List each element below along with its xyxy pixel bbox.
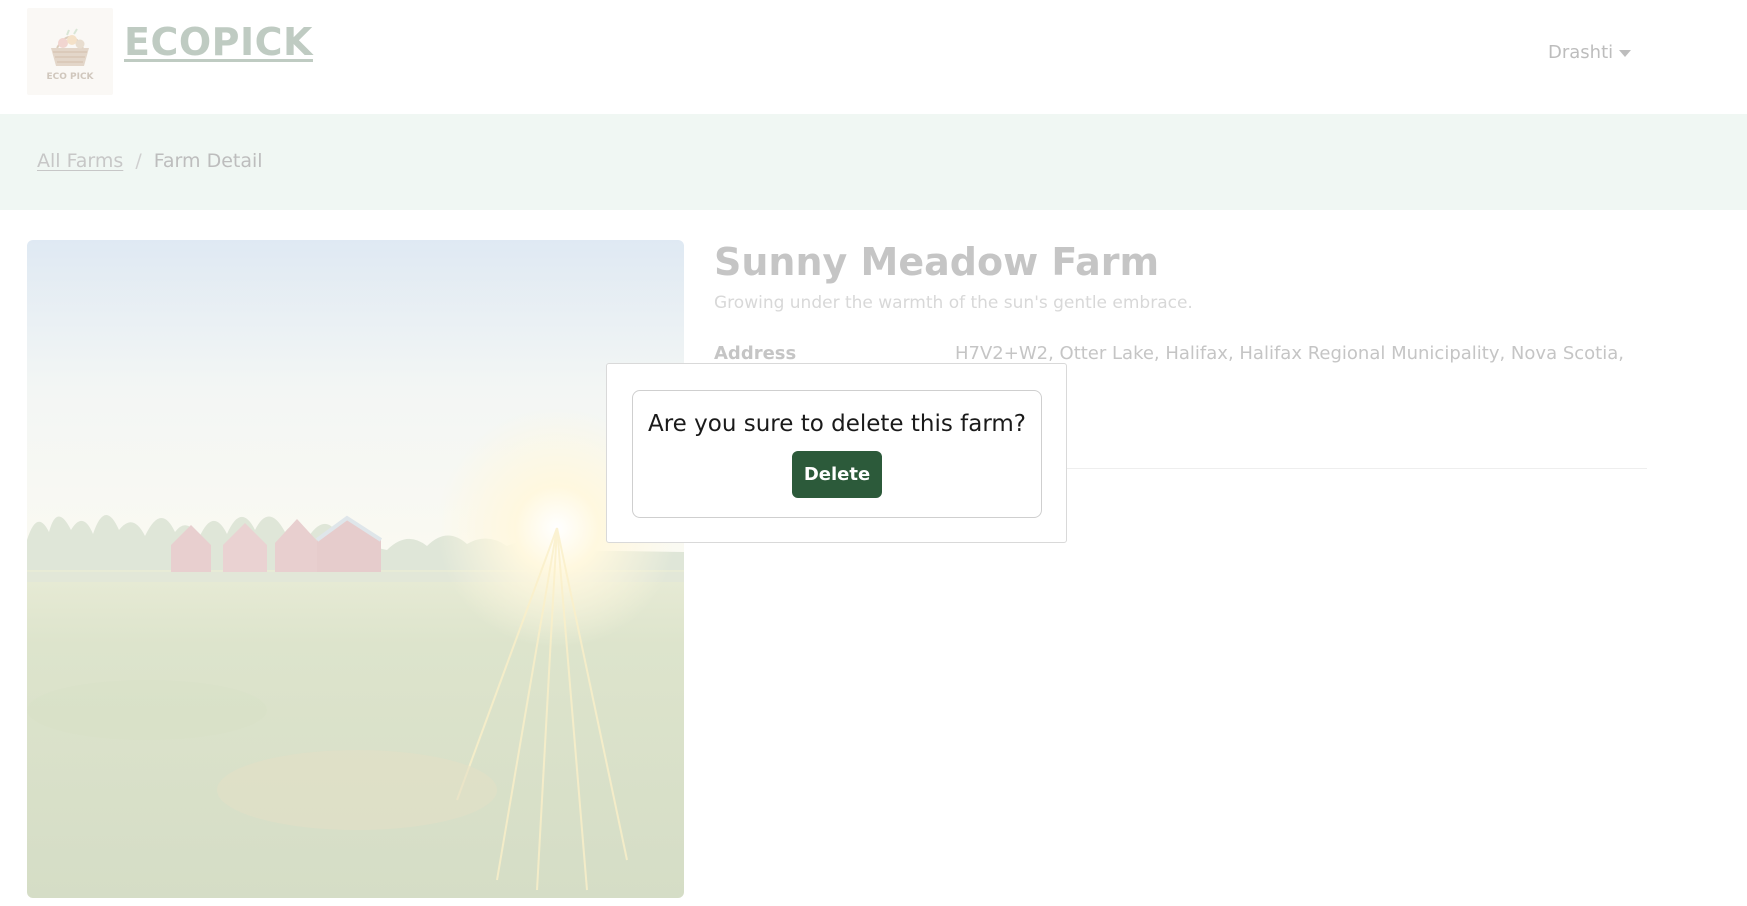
logo[interactable]: ECO PICK bbox=[27, 8, 113, 95]
breadcrumb: All Farms / Farm Detail bbox=[37, 150, 263, 172]
user-name: Drashti bbox=[1548, 42, 1614, 63]
caret-down-icon bbox=[1619, 50, 1632, 57]
delete-confirm-question: Are you sure to delete this farm? bbox=[648, 411, 1026, 437]
delete-confirm-card: Are you sure to delete this farm? Delete bbox=[632, 390, 1042, 518]
breadcrumb-all-farms-link[interactable]: All Farms bbox=[37, 150, 123, 172]
page: ECO PICK ECOPICK Drashti All Farms / Far… bbox=[0, 0, 1747, 906]
breadcrumb-current: Farm Detail bbox=[153, 150, 263, 172]
farm-photo bbox=[27, 240, 684, 898]
farm-subtitle: Growing under the warmth of the sun's ge… bbox=[714, 293, 1193, 313]
address-value: H7V2+W2, Otter Lake, Halifax, Halifax Re… bbox=[955, 343, 1624, 364]
brand-link[interactable]: ECOPICK bbox=[124, 20, 313, 64]
delete-button[interactable]: Delete bbox=[792, 451, 882, 498]
top-navbar: ECO PICK ECOPICK Drashti bbox=[0, 0, 1747, 114]
breadcrumb-band: All Farms / Farm Detail bbox=[0, 114, 1747, 210]
farm-title: Sunny Meadow Farm bbox=[714, 240, 1160, 284]
delete-confirm-modal: Are you sure to delete this farm? Delete bbox=[606, 363, 1067, 543]
svg-text:ECO PICK: ECO PICK bbox=[46, 72, 94, 82]
address-label: Address bbox=[714, 343, 797, 364]
breadcrumb-separator: / bbox=[135, 150, 142, 172]
basket-logo-icon: ECO PICK bbox=[46, 28, 95, 82]
farm-landscape-image bbox=[27, 240, 684, 898]
user-menu-toggle[interactable]: Drashti bbox=[1548, 42, 1632, 63]
